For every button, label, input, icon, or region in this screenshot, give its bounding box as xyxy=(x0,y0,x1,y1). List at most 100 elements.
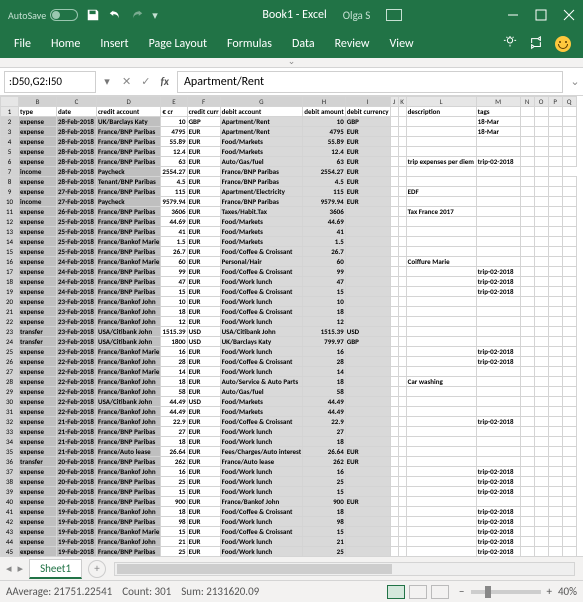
row-header[interactable]: 25 xyxy=(1,347,19,357)
cell[interactable]: UK/Barclays Katy xyxy=(220,337,303,347)
cell[interactable]: EUR xyxy=(187,237,220,247)
cell[interactable]: expense xyxy=(19,117,57,127)
cell[interactable] xyxy=(562,317,576,327)
tab-review[interactable]: Review xyxy=(325,37,380,51)
cell[interactable]: Food/Coffee & Croissant xyxy=(220,307,303,317)
cell[interactable] xyxy=(562,407,576,417)
cell[interactable] xyxy=(534,517,548,527)
cell[interactable] xyxy=(534,257,548,267)
cell[interactable] xyxy=(406,407,476,417)
row-header[interactable]: 5 xyxy=(1,147,19,157)
cell[interactable] xyxy=(345,297,390,307)
cell[interactable]: 16 xyxy=(161,467,187,477)
cell[interactable]: 60 xyxy=(303,257,346,267)
row-header[interactable]: 43 xyxy=(1,527,19,537)
row-header[interactable]: 44 xyxy=(1,537,19,547)
cell[interactable]: France/Bankof John xyxy=(220,497,303,507)
cell[interactable]: 63 xyxy=(303,157,346,167)
cell[interactable]: GBP xyxy=(345,117,390,127)
row-header[interactable]: 19 xyxy=(1,287,19,297)
cell[interactable] xyxy=(534,417,548,427)
cell[interactable]: Car washing xyxy=(406,377,476,387)
cell[interactable]: 22-Feb-2018 xyxy=(57,387,97,397)
cell[interactable]: Paycheck xyxy=(97,197,161,207)
cell[interactable] xyxy=(520,287,534,297)
header-cell[interactable] xyxy=(548,107,562,117)
cell[interactable]: France/BNP Paribas xyxy=(97,477,161,487)
cell[interactable] xyxy=(398,487,406,497)
col-header[interactable] xyxy=(1,97,19,107)
cell[interactable]: 27-Feb-2018 xyxy=(57,197,97,207)
cell[interactable]: 25 xyxy=(303,547,346,557)
cell[interactable]: 1515.39 xyxy=(303,327,346,337)
cell[interactable] xyxy=(534,197,548,207)
cell[interactable]: EUR xyxy=(187,377,220,387)
cell[interactable] xyxy=(398,347,406,357)
cell[interactable]: EUR xyxy=(187,347,220,357)
cell[interactable] xyxy=(548,427,562,437)
cell[interactable]: France/BNP Paribas xyxy=(220,167,303,177)
cell[interactable] xyxy=(562,277,576,287)
cell[interactable] xyxy=(548,177,562,187)
cell[interactable] xyxy=(476,337,520,347)
cell[interactable]: EUR xyxy=(187,267,220,277)
cell[interactable] xyxy=(534,357,548,367)
cell[interactable] xyxy=(520,177,534,187)
cell[interactable] xyxy=(562,537,576,547)
tab-formulas[interactable]: Formulas xyxy=(217,37,282,51)
row-header[interactable]: 21 xyxy=(1,307,19,317)
cell[interactable] xyxy=(520,417,534,427)
cell[interactable] xyxy=(520,277,534,287)
cell[interactable] xyxy=(520,547,534,557)
cell[interactable] xyxy=(520,167,534,177)
cell[interactable]: France/Auto lease xyxy=(97,447,161,457)
cell[interactable]: 44.49 xyxy=(161,397,187,407)
cell[interactable] xyxy=(390,227,398,237)
cell[interactable]: 21-Feb-2018 xyxy=(57,427,97,437)
cell[interactable] xyxy=(476,257,520,267)
cell[interactable]: Apartment/Electricity xyxy=(220,187,303,197)
cell[interactable] xyxy=(534,147,548,157)
cell[interactable] xyxy=(548,487,562,497)
cell[interactable]: France/Bankof John xyxy=(97,387,161,397)
cell[interactable]: 22-Feb-2018 xyxy=(57,407,97,417)
cell[interactable] xyxy=(562,137,576,147)
cell[interactable] xyxy=(406,487,476,497)
cell[interactable]: 23-Feb-2018 xyxy=(57,327,97,337)
cell[interactable] xyxy=(390,277,398,287)
cell[interactable] xyxy=(398,177,406,187)
cell[interactable] xyxy=(562,207,576,217)
cell[interactable] xyxy=(562,437,576,447)
row-header[interactable]: 6 xyxy=(1,157,19,167)
cell[interactable]: expense xyxy=(19,417,57,427)
cell[interactable] xyxy=(390,157,398,167)
cell[interactable] xyxy=(548,347,562,357)
cell[interactable] xyxy=(476,447,520,457)
cell[interactable] xyxy=(390,327,398,337)
cell[interactable]: expense xyxy=(19,507,57,517)
header-cell[interactable] xyxy=(390,107,398,117)
cell[interactable]: 26.64 xyxy=(161,447,187,457)
cell[interactable] xyxy=(398,217,406,227)
cell[interactable]: EUR xyxy=(187,477,220,487)
minimize-icon[interactable] xyxy=(507,9,519,21)
header-cell[interactable]: type xyxy=(19,107,57,117)
cell[interactable] xyxy=(398,187,406,197)
cell[interactable] xyxy=(534,127,548,137)
cell[interactable]: 21 xyxy=(161,537,187,547)
cell[interactable] xyxy=(548,137,562,147)
cell[interactable]: 41 xyxy=(303,227,346,237)
cell[interactable] xyxy=(345,377,390,387)
cell[interactable]: expense xyxy=(19,217,57,227)
cell[interactable]: expense xyxy=(19,407,57,417)
cell[interactable] xyxy=(406,337,476,347)
cell[interactable]: 44.49 xyxy=(303,407,346,417)
cell[interactable]: 1.5 xyxy=(161,237,187,247)
cell[interactable] xyxy=(345,247,390,257)
cell[interactable] xyxy=(398,237,406,247)
cell[interactable]: USA/Citibank John xyxy=(97,327,161,337)
cell[interactable] xyxy=(548,397,562,407)
cell[interactable] xyxy=(398,367,406,377)
cell[interactable] xyxy=(345,407,390,417)
cell[interactable]: expense xyxy=(19,367,57,377)
